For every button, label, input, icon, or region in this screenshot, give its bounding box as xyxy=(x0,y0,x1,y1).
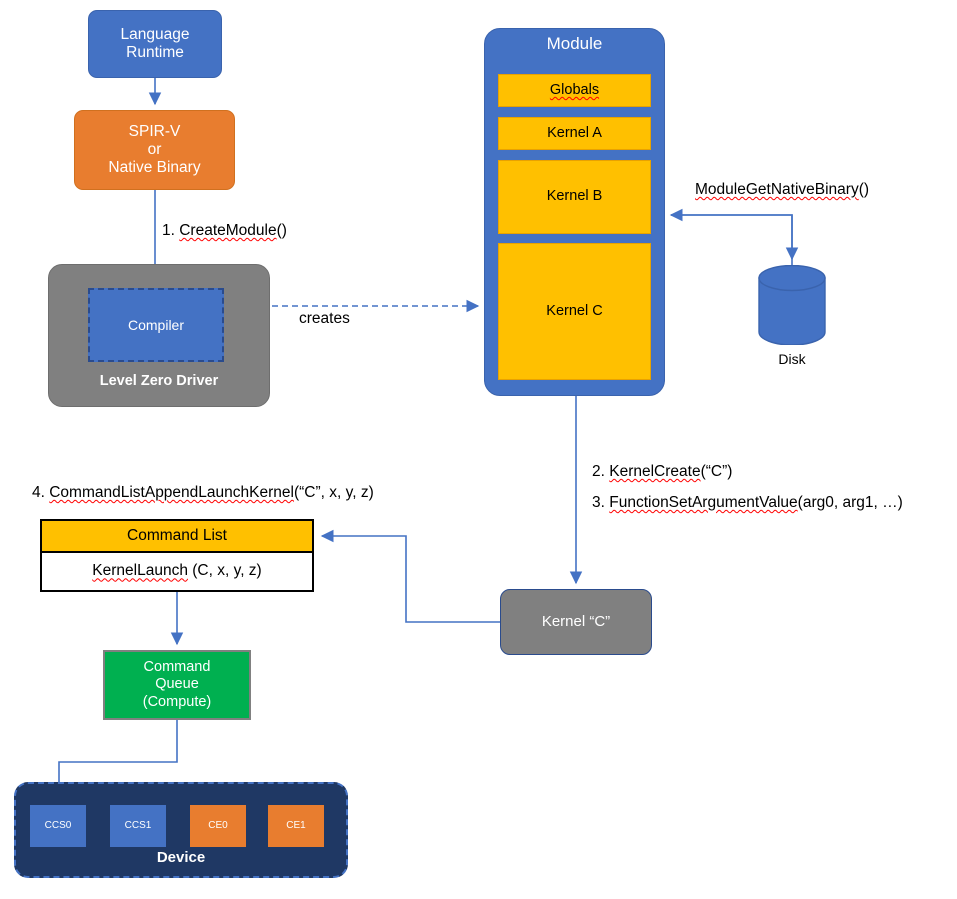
module-slot-kernel-a[interactable]: Kernel A xyxy=(498,117,651,150)
command-queue-line2: Queue xyxy=(155,676,199,693)
label-creates: creates xyxy=(299,310,350,327)
node-compiler[interactable]: Compiler xyxy=(88,288,224,362)
module-slot-kernel-b-label: Kernel B xyxy=(546,188,603,205)
step-2-function: KernelCreate xyxy=(609,463,701,480)
step-2-tail: (“C”) xyxy=(700,463,733,480)
step-1-function: CreateModule xyxy=(179,222,277,239)
module-slot-globals-label: Globals xyxy=(549,81,600,98)
module-get-native-binary-tail: () xyxy=(858,181,870,198)
node-disk[interactable] xyxy=(757,264,827,346)
command-queue-line1: Command xyxy=(143,659,211,676)
command-list-entry-args: (C, x, y, z) xyxy=(187,562,262,580)
node-command-queue[interactable]: Command Queue (Compute) xyxy=(103,650,251,720)
device-engine-ccs1-label: CCS1 xyxy=(124,820,152,832)
node-command-list-entry[interactable]: KernelLaunch (C, x, y, z) xyxy=(40,553,314,592)
compiler-label: Compiler xyxy=(127,316,184,333)
step-1-tail: () xyxy=(276,222,287,239)
module-title: Module xyxy=(546,34,603,53)
step-3-tail: (arg0, arg1, …) xyxy=(797,494,903,511)
command-queue-line3: (Compute) xyxy=(142,693,212,710)
command-list-entry-function: KernelLaunch xyxy=(92,562,188,580)
node-kernel-c-instance[interactable]: Kernel “C” xyxy=(500,589,652,655)
command-list-header-label: Command List xyxy=(127,526,227,544)
node-command-list-header[interactable]: Command List xyxy=(40,519,314,553)
device-engine-ce1[interactable]: CE1 xyxy=(268,805,324,847)
kernel-c-instance-label: Kernel “C” xyxy=(541,613,611,631)
device-label: Device xyxy=(156,849,206,866)
spirv-line3: Native Binary xyxy=(108,159,201,177)
label-step-1-create-module: 1. CreateModule() xyxy=(162,222,287,240)
module-slot-globals[interactable]: Globals xyxy=(498,74,651,107)
module-slot-kernel-a-label: Kernel A xyxy=(547,124,602,141)
database-cylinder-icon xyxy=(758,264,826,346)
module-get-native-binary-function: ModuleGetNativeBinary xyxy=(695,181,859,198)
disk-label: Disk xyxy=(778,351,806,367)
node-language-runtime[interactable]: Language Runtime xyxy=(88,10,222,78)
step-3-function: FunctionSetArgumentValue xyxy=(609,494,798,511)
edge-module-to-disk xyxy=(669,208,799,265)
step-4-tail: (“C”, x, y, z) xyxy=(293,484,374,501)
module-slot-kernel-b[interactable]: Kernel B xyxy=(498,160,651,234)
label-step-2-kernel-create: 2. KernelCreate(“C”) xyxy=(592,463,732,481)
spirv-line2: or xyxy=(147,140,162,158)
level-zero-driver-label: Level Zero Driver xyxy=(99,373,219,389)
module-slot-kernel-c[interactable]: Kernel C xyxy=(498,243,651,380)
language-runtime-line2: Runtime xyxy=(126,44,184,61)
step-4-function: CommandListAppendLaunchKernel xyxy=(49,484,294,501)
diagram-canvas: Language Runtime SPIR-V or Native Binary… xyxy=(0,0,957,899)
device-engine-ccs0[interactable]: CCS0 xyxy=(30,805,86,847)
device-engine-ccs0-label: CCS0 xyxy=(44,820,72,832)
device-engine-ce0-label: CE0 xyxy=(208,820,228,832)
label-step-4-command-list-append-launch-kernel: 4. CommandListAppendLaunchKernel(“C”, x,… xyxy=(32,484,374,502)
device-engine-ce1-label: CE1 xyxy=(286,820,306,832)
step-1-number: 1. xyxy=(162,222,180,239)
label-step-3-function-set-argument-value: 3. FunctionSetArgumentValue(arg0, arg1, … xyxy=(592,494,903,512)
step-3-number: 3. xyxy=(592,494,610,511)
language-runtime-line1: Language xyxy=(120,25,190,43)
label-module-get-native-binary: ModuleGetNativeBinary() xyxy=(695,181,869,199)
step-4-number: 4. xyxy=(32,484,50,501)
device-engine-ccs1[interactable]: CCS1 xyxy=(110,805,166,847)
device-engine-ce0[interactable]: CE0 xyxy=(190,805,246,847)
step-2-number: 2. xyxy=(592,463,610,480)
node-spirv-or-native-binary[interactable]: SPIR-V or Native Binary xyxy=(74,110,235,190)
module-slot-kernel-c-label: Kernel C xyxy=(546,302,603,319)
spirv-line1: SPIR-V xyxy=(128,122,181,140)
edge-kernelc-to-commandlist xyxy=(320,529,500,623)
